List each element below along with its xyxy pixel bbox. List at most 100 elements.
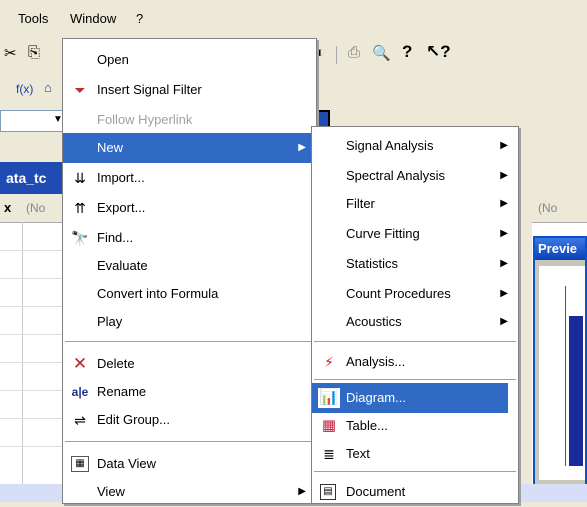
edit-group-icon: ⇌: [74, 412, 86, 428]
submenu-arrow-icon: ▶: [500, 170, 508, 181]
submenu-item-signal-analysis[interactable]: Signal Analysis ▶: [312, 131, 518, 161]
table-icon: ▦: [321, 417, 337, 434]
table-row: [0, 250, 66, 251]
help-icon[interactable]: ?: [402, 42, 412, 62]
row-header-corner: x: [4, 200, 12, 215]
menu-help[interactable]: ?: [136, 11, 143, 26]
text-icon: ≣: [323, 446, 335, 462]
menu-item-label: Analysis...: [346, 354, 406, 369]
menu-item-label: Filter: [346, 196, 375, 211]
copy-icon[interactable]: ⎘: [28, 44, 40, 61]
menu-item-data-view[interactable]: ▦ Data View: [63, 449, 316, 479]
menu-separator: [65, 441, 314, 443]
preview-title: Previe: [535, 238, 585, 260]
menu-item-label: Statistics: [346, 256, 399, 271]
menu-item-delete[interactable]: ✕ Delete: [63, 349, 316, 379]
submenu-item-text[interactable]: ≣ Text: [312, 439, 518, 469]
menu-item-label: Evaluate: [97, 258, 148, 273]
menu-item-label: New: [97, 140, 124, 155]
print-preview-icon[interactable]: 🔍: [372, 44, 391, 62]
submenu-item-acoustics[interactable]: Acoustics ▶: [312, 307, 518, 337]
menu-window[interactable]: Window: [70, 11, 116, 26]
table-header: x (No: [0, 194, 66, 223]
menu-item-rename[interactable]: a|e Rename: [63, 377, 316, 407]
preview-plot-fill: [569, 316, 583, 466]
menu-item-label: Text: [346, 446, 370, 461]
preview-axis: [565, 286, 566, 466]
menu-item-insert-signal-filter[interactable]: ⏷ Insert Signal Filter: [63, 75, 316, 105]
menu-item-play[interactable]: Play: [63, 307, 316, 337]
table-row: [0, 390, 66, 391]
find-icon: 🔭: [71, 230, 89, 246]
table-row: [0, 418, 66, 419]
menu-item-evaluate[interactable]: Evaluate: [63, 251, 316, 281]
table-row: [0, 446, 66, 447]
submenu-item-curve-fitting[interactable]: Curve Fitting ▶: [312, 219, 518, 249]
menu-item-label: Table...: [346, 418, 388, 433]
toolbar-separator: [336, 46, 337, 64]
menu-item-label: View: [97, 484, 125, 499]
submenu-arrow-icon: ▶: [500, 258, 508, 269]
analysis-icon: ⚡: [324, 354, 334, 370]
print-icon[interactable]: ⎙: [348, 44, 360, 61]
toolbar-round-icon[interactable]: ◐: [316, 44, 325, 61]
menu-bar: Tools Window ?: [0, 0, 587, 36]
data-table[interactable]: x (No: [0, 194, 66, 484]
menu-item-import[interactable]: ⇊ Import...: [63, 163, 316, 193]
submenu-item-statistics[interactable]: Statistics ▶: [312, 249, 518, 279]
menu-item-edit-group[interactable]: ⇌ Edit Group...: [63, 405, 316, 435]
submenu-item-document[interactable]: ▤ Document: [312, 477, 518, 507]
menu-item-label: Delete: [97, 356, 135, 371]
channel-dropdown[interactable]: ▼: [0, 110, 66, 132]
menu-item-export[interactable]: ⇈ Export...: [63, 193, 316, 223]
submenu-arrow-icon: ▶: [500, 316, 508, 327]
filter-icon: ⏷: [74, 82, 86, 98]
context-help-icon[interactable]: ↖?: [426, 42, 451, 62]
submenu-item-count-procedures[interactable]: Count Procedures ▶: [312, 279, 518, 309]
data-view-icon: ▦: [71, 456, 89, 472]
menu-item-label: Export...: [97, 200, 146, 215]
menu-item-open[interactable]: Open: [63, 45, 316, 75]
preview-window[interactable]: Previe: [533, 236, 587, 486]
menu-item-label: Play: [97, 314, 123, 329]
menu-tools[interactable]: Tools: [18, 11, 48, 26]
menu-separator: [314, 341, 516, 343]
menu-item-convert-into-formula[interactable]: Convert into Formula: [63, 279, 316, 309]
menu-item-label: Diagram...: [346, 390, 406, 405]
menu-item-label: Data View: [97, 456, 157, 471]
import-icon: ⇊: [74, 170, 86, 186]
submenu-item-table[interactable]: ▦ Table...: [312, 411, 518, 441]
submenu-arrow-icon: ▶: [298, 486, 306, 497]
menu-item-new[interactable]: New ▶: [63, 133, 316, 163]
menu-item-view[interactable]: View ▶: [63, 477, 316, 507]
function-icon[interactable]: ⌂: [44, 80, 52, 95]
menu-item-find[interactable]: 🔭 Find...: [63, 223, 316, 253]
table-row: [0, 306, 66, 307]
cut-icon[interactable]: ✂: [4, 44, 17, 62]
table-row: [0, 362, 66, 363]
submenu-arrow-icon: ▶: [500, 198, 508, 209]
table-row: [0, 278, 66, 279]
menu-item-label: Document: [346, 484, 406, 499]
menu-item-label: Edit Group...: [97, 412, 170, 427]
submenu-item-diagram[interactable]: 📊 Diagram...: [312, 383, 508, 413]
preview-chart-thumbnail: [539, 266, 585, 480]
menu-item-label: Follow Hyperlink: [97, 112, 193, 127]
menu-item-label: Convert into Formula: [97, 286, 219, 301]
submenu-arrow-icon: ▶: [500, 140, 508, 151]
export-icon: ⇈: [74, 200, 86, 216]
fx-button[interactable]: f(x): [16, 82, 33, 96]
menu-item-label: Import...: [97, 170, 145, 185]
column-header-left: (No: [26, 201, 46, 215]
column-divider: [22, 222, 23, 484]
submenu-item-filter[interactable]: Filter ▶: [312, 189, 518, 219]
submenu-item-analysis[interactable]: ⚡ Analysis...: [312, 347, 518, 377]
menu-item-label: Spectral Analysis: [346, 168, 445, 183]
menu-item-label: Curve Fitting: [346, 226, 420, 241]
bar-chart-icon: 📊: [318, 388, 340, 408]
submenu-item-spectral-analysis[interactable]: Spectral Analysis ▶: [312, 161, 518, 191]
submenu-arrow-icon: ▶: [298, 142, 306, 153]
menu-item-label: Count Procedures: [346, 286, 451, 301]
document-icon: ▤: [320, 484, 336, 500]
menu-item-label: Rename: [97, 384, 147, 399]
